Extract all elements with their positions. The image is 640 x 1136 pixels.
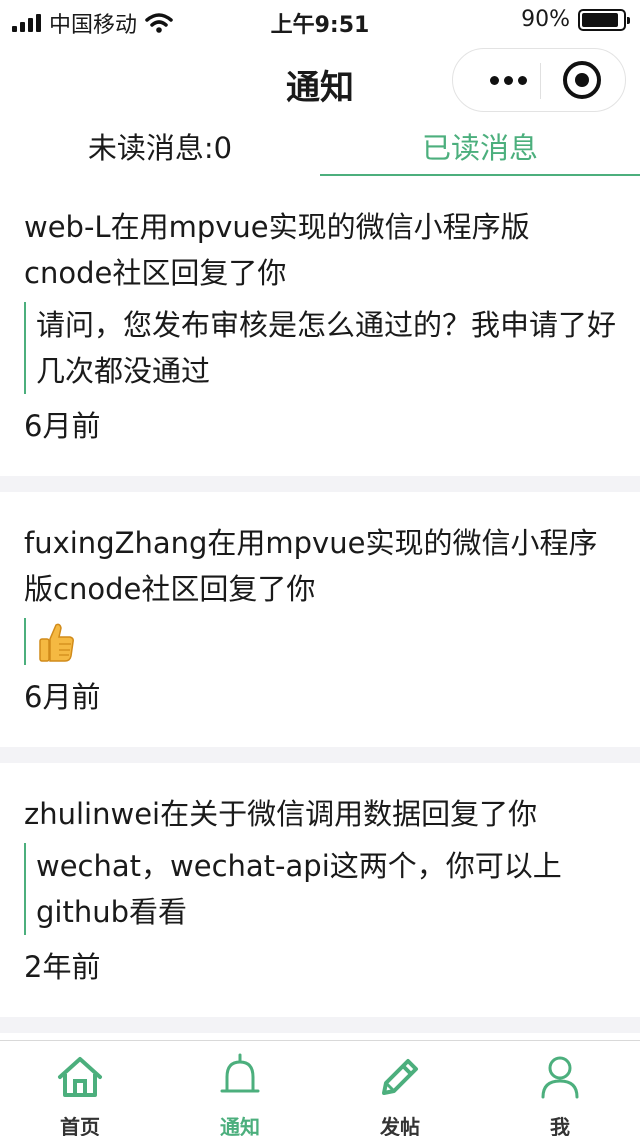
- tabbar-label: 发帖: [380, 1115, 420, 1136]
- home-icon: [58, 1057, 102, 1097]
- nav-bar: 通知: [0, 40, 640, 120]
- mini-program-capsule: [452, 48, 626, 112]
- bell-icon: [220, 1053, 260, 1093]
- message-content: wechat，wechat-api这两个，你可以上github看看: [24, 843, 616, 935]
- message-title: fuxingZhang在用mpvue实现的微信小程序版cnode社区回复了你: [24, 526, 598, 606]
- close-mini-program-icon[interactable]: [563, 61, 601, 99]
- tabbar-item-me[interactable]: 我: [480, 1041, 640, 1136]
- message-time: 6月前: [24, 409, 101, 443]
- battery-percent: 90%: [521, 7, 570, 32]
- battery-fill: [582, 12, 618, 27]
- message-title: zhulinwei在关于微信调用数据回复了你: [24, 797, 538, 831]
- tab-unread[interactable]: 未读消息:0: [0, 120, 320, 176]
- message-time: 2年前: [24, 950, 101, 984]
- tab-read[interactable]: 已读消息: [320, 120, 640, 176]
- tabbar-label: 我: [550, 1115, 570, 1136]
- message-time: 6月前: [24, 680, 101, 714]
- battery-icon: [578, 8, 630, 31]
- capsule-divider: [540, 63, 541, 99]
- bottom-tab-bar: 首页 通知 发帖 我: [0, 1040, 640, 1136]
- more-options-icon[interactable]: [473, 49, 543, 111]
- message-item[interactable]: fuxingZhang在用mpvue实现的微信小程序版cnode社区回复了你 6…: [0, 492, 640, 747]
- list-separator: [0, 1017, 640, 1033]
- tabbar-item-home[interactable]: 首页: [0, 1041, 160, 1136]
- pencil-icon: [382, 1059, 418, 1095]
- message-list: web-L在用mpvue实现的微信小程序版cnode社区回复了你 请问，您发布审…: [0, 176, 640, 1033]
- status-right: 90%: [521, 7, 630, 32]
- message-content: 请问，您发布审核是怎么通过的？我申请了好几次都没通过: [24, 302, 616, 394]
- tabbar-item-notifications[interactable]: 通知: [160, 1041, 320, 1136]
- list-separator: [0, 476, 640, 492]
- message-title: web-L在用mpvue实现的微信小程序版cnode社区回复了你: [24, 210, 530, 290]
- tabbar-label: 通知: [220, 1115, 260, 1136]
- list-separator: [0, 747, 640, 763]
- thumbs-up-emoji-icon: [39, 623, 74, 662]
- tabbar-label: 首页: [60, 1115, 100, 1136]
- tabbar-item-new-post[interactable]: 发帖: [320, 1041, 480, 1136]
- user-icon: [541, 1056, 579, 1099]
- message-content: [24, 618, 616, 665]
- status-bar: 中国移动 上午9:51 90%: [0, 0, 640, 40]
- message-tabs: 未读消息:0 已读消息: [0, 120, 640, 176]
- message-item[interactable]: web-L在用mpvue实现的微信小程序版cnode社区回复了你 请问，您发布审…: [0, 176, 640, 476]
- message-item[interactable]: zhulinwei在关于微信调用数据回复了你 wechat，wechat-api…: [0, 763, 640, 1017]
